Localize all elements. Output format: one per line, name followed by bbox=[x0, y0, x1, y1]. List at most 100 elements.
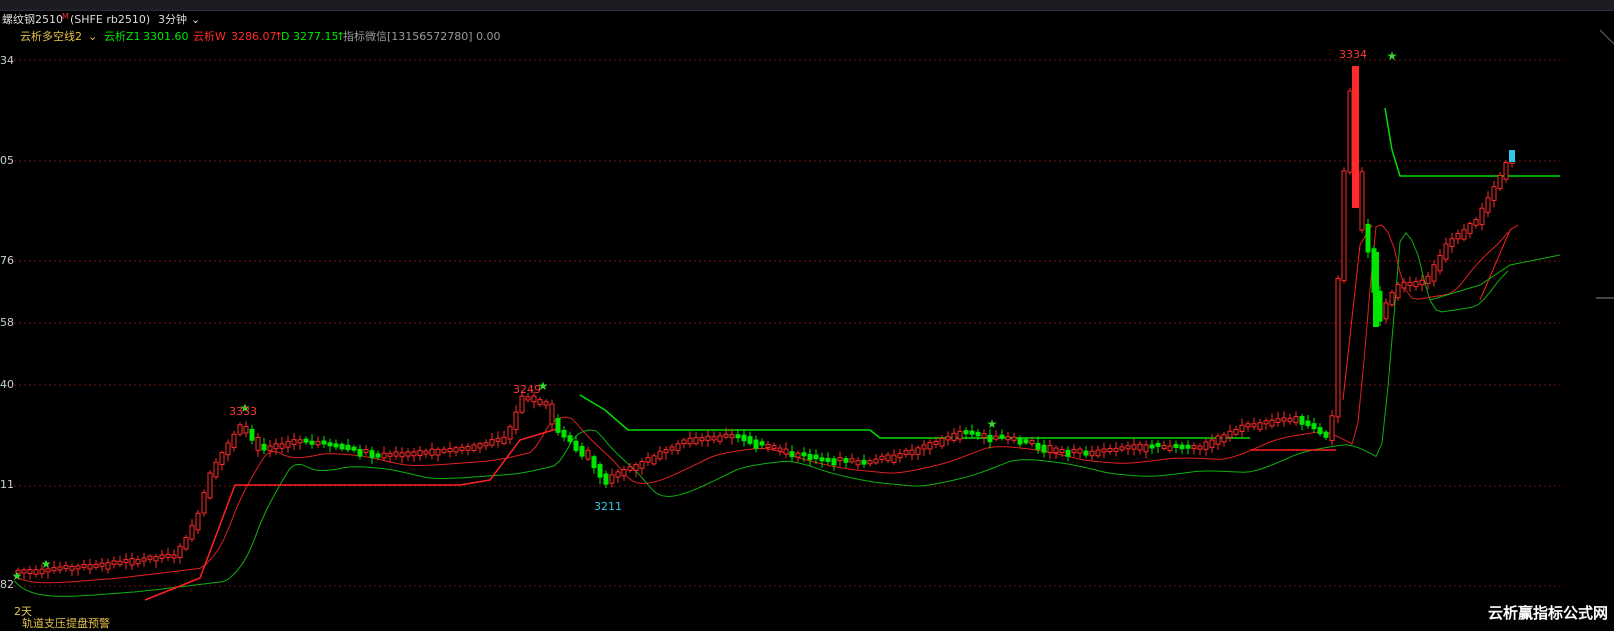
candle-body bbox=[945, 436, 951, 441]
candle-body bbox=[963, 430, 969, 435]
candle-body bbox=[1161, 444, 1167, 449]
candlestick-chart[interactable]: ★★★★★★ 3333 3249 3211 3334 bbox=[0, 0, 1614, 625]
candle-body bbox=[93, 563, 99, 568]
candle-body bbox=[537, 399, 543, 405]
candle-body bbox=[507, 426, 513, 440]
candle-body bbox=[819, 457, 825, 462]
candle-body bbox=[1101, 448, 1107, 453]
candle-body bbox=[567, 435, 573, 442]
candle-body bbox=[465, 445, 471, 451]
candle-body bbox=[921, 444, 927, 450]
candle-body bbox=[1095, 449, 1101, 457]
candle-body bbox=[1065, 449, 1071, 457]
candle-body bbox=[153, 556, 159, 562]
star-icon: ★ bbox=[12, 569, 23, 583]
candle-body bbox=[621, 468, 627, 477]
candle-body bbox=[795, 452, 801, 458]
candle-body bbox=[1215, 435, 1221, 445]
candle-body bbox=[495, 437, 501, 442]
candle-body bbox=[321, 440, 327, 445]
candle-body bbox=[1401, 281, 1407, 289]
candle-body bbox=[63, 565, 69, 570]
candle-body bbox=[735, 434, 741, 439]
candle-body bbox=[993, 435, 999, 440]
star-icon: ★ bbox=[987, 417, 998, 431]
candle-body bbox=[525, 396, 531, 401]
candle-body bbox=[777, 447, 783, 452]
candle-body bbox=[1245, 423, 1251, 428]
candle-body bbox=[1263, 420, 1269, 425]
candle-body bbox=[213, 461, 219, 478]
candle-body bbox=[615, 471, 621, 478]
candle-body bbox=[711, 436, 717, 441]
candle-body bbox=[573, 440, 579, 451]
candle-body bbox=[693, 437, 699, 445]
candle-body bbox=[1071, 449, 1077, 454]
indicator-lines bbox=[13, 107, 1561, 601]
signal-stars: ★★★★★★ bbox=[12, 49, 1398, 583]
candle-body bbox=[999, 434, 1005, 439]
candle-body bbox=[411, 451, 417, 457]
candle-body bbox=[219, 452, 225, 466]
candle-body bbox=[81, 563, 87, 568]
candle-body bbox=[69, 565, 75, 571]
low-label: 3211 bbox=[594, 500, 622, 513]
resistance-line bbox=[1384, 107, 1560, 177]
candle-body bbox=[627, 466, 633, 471]
candle-body bbox=[1317, 427, 1323, 435]
candle-body bbox=[1239, 424, 1245, 432]
candle-body bbox=[1047, 445, 1053, 453]
candle-body bbox=[561, 429, 567, 438]
candle-body bbox=[1233, 428, 1239, 435]
candle-body bbox=[1461, 229, 1467, 240]
candle-body bbox=[429, 448, 435, 456]
candle-body bbox=[555, 418, 561, 433]
candle-body bbox=[585, 449, 591, 460]
candle-body bbox=[285, 441, 291, 448]
candle-body bbox=[1131, 444, 1137, 450]
candle-body bbox=[1335, 277, 1341, 418]
candle-body bbox=[273, 443, 279, 450]
candle-body bbox=[303, 438, 309, 443]
candle-body bbox=[1269, 419, 1275, 427]
candle-body bbox=[1389, 292, 1395, 306]
candle-body bbox=[1287, 417, 1293, 422]
candle-body bbox=[975, 431, 981, 437]
candle-body bbox=[1143, 444, 1149, 453]
candle-body bbox=[309, 440, 315, 445]
candle-body bbox=[681, 439, 687, 445]
candle-body bbox=[189, 524, 195, 540]
candle-body bbox=[1149, 444, 1155, 449]
support-line bbox=[1479, 224, 1519, 301]
candle-body bbox=[1329, 415, 1335, 442]
candle-body bbox=[723, 433, 729, 438]
candle-body bbox=[315, 441, 321, 446]
candle-body bbox=[531, 395, 537, 403]
candle-body bbox=[183, 536, 189, 550]
candle-body bbox=[519, 395, 525, 413]
candle-body bbox=[687, 437, 693, 445]
candle-body bbox=[27, 569, 33, 575]
candle-body bbox=[237, 424, 243, 435]
candle-body bbox=[399, 452, 405, 458]
candle-body bbox=[861, 459, 867, 465]
candle-body bbox=[609, 474, 615, 484]
candle-body bbox=[1359, 171, 1365, 231]
candle-body bbox=[783, 448, 789, 455]
candle-body bbox=[357, 448, 363, 457]
candle-body bbox=[663, 449, 669, 454]
candle-body bbox=[1455, 232, 1461, 240]
candle-body bbox=[165, 553, 171, 558]
candle-body bbox=[297, 439, 303, 444]
candle-body bbox=[147, 555, 153, 560]
candle-body bbox=[1347, 90, 1353, 173]
candle-body bbox=[1305, 420, 1311, 427]
candle-body bbox=[87, 564, 93, 570]
candle-body bbox=[453, 447, 459, 453]
candle-body bbox=[129, 558, 135, 566]
star-icon: ★ bbox=[1387, 49, 1398, 63]
candle-body bbox=[1191, 445, 1197, 450]
candle-body bbox=[741, 434, 747, 442]
candle-body bbox=[813, 454, 819, 460]
candle-body bbox=[1059, 449, 1065, 454]
